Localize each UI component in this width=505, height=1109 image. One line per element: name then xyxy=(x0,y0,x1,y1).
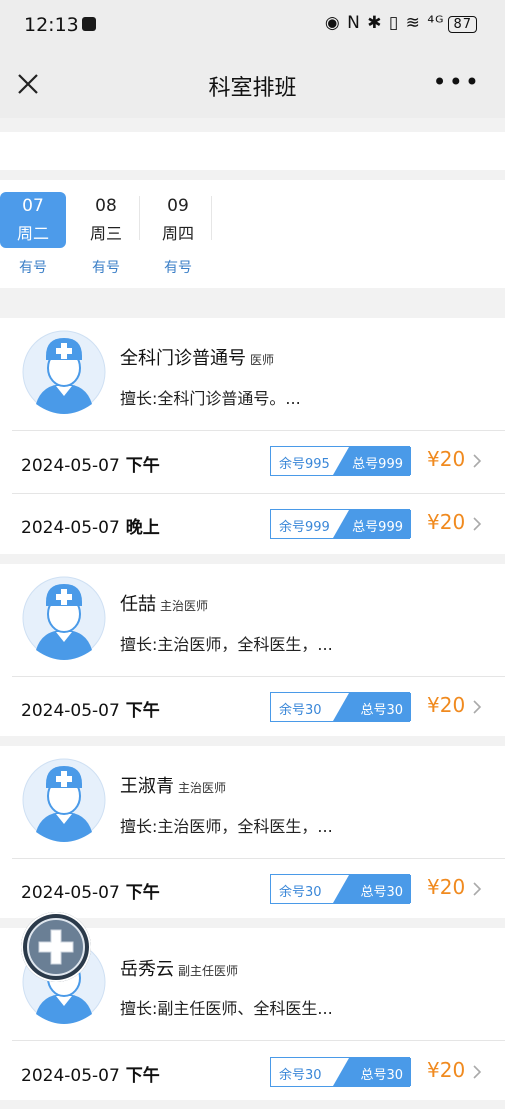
divider xyxy=(211,196,212,240)
doctor-skill: 擅长:主治医师，全科医生，... xyxy=(120,817,333,836)
doctor-name-text: 王淑青 xyxy=(120,776,174,797)
divider xyxy=(139,196,140,240)
doctor-title: 主治医师 xyxy=(160,599,209,613)
date-week: 周二 xyxy=(16,224,49,243)
ticket-total: 总号999 xyxy=(352,457,403,472)
ticket-total: 总号30 xyxy=(360,1068,403,1083)
battery-icon: 87 xyxy=(448,16,477,33)
divider xyxy=(12,1040,505,1041)
divider xyxy=(12,430,505,431)
status-icons: ◉ N ✱ ▯ ≋ ⁴ᴳ 87 xyxy=(325,13,477,33)
date-tab-08[interactable]: 08 周三 xyxy=(73,192,139,248)
ticket-badge: 余号995 总号999 xyxy=(270,446,411,476)
slot-date[interactable]: 2024-05-07 下午 xyxy=(21,696,160,721)
slot-date[interactable]: 2024-05-07 晚上 xyxy=(21,513,160,538)
ticket-remaining: 余号995 xyxy=(279,457,330,472)
chevron-right-icon[interactable] xyxy=(472,700,482,714)
divider xyxy=(12,676,505,677)
slot-date-text: 2024-05-07 xyxy=(21,1066,120,1086)
doctor-name: 任喆 主治医师 xyxy=(120,590,208,616)
slot-date-text: 2024-05-07 xyxy=(21,518,120,538)
more-button[interactable]: ••• xyxy=(433,70,481,94)
ticket-remaining: 余号30 xyxy=(279,1068,322,1083)
slot-price: ¥20 xyxy=(427,447,466,471)
doctor-avatar-icon xyxy=(22,758,106,842)
doctor-skill: 擅长:副主任医师、全科医生... xyxy=(120,999,333,1018)
doctor-title: 副主任医师 xyxy=(178,964,239,978)
page-title: 科室排班 xyxy=(208,76,297,101)
date-tab-09[interactable]: 09 周四 xyxy=(145,192,211,248)
ticket-total: 总号30 xyxy=(360,703,403,718)
date-day: 09 xyxy=(167,196,189,216)
ticket-badge: 余号30 总号30 xyxy=(270,874,411,904)
fab-inner xyxy=(27,918,85,976)
blank-strip xyxy=(0,132,505,170)
slot-date[interactable]: 2024-05-07 下午 xyxy=(21,1061,160,1086)
slot-date-text: 2024-05-07 xyxy=(21,456,120,476)
doctor-title: 医师 xyxy=(250,353,275,367)
plus-icon xyxy=(38,929,74,965)
ticket-remaining: 余号30 xyxy=(279,885,322,900)
slot-price: ¥20 xyxy=(427,1058,466,1082)
doctor-avatar-icon xyxy=(22,576,106,660)
slot-date-text: 2024-05-07 xyxy=(21,701,120,721)
slot-period: 下午 xyxy=(125,1066,160,1086)
ticket-remaining: 余号30 xyxy=(279,703,322,718)
ticket-remaining: 余号999 xyxy=(279,520,330,535)
doctor-name-text: 任喆 xyxy=(120,594,156,615)
doctor-skill: 擅长:全科门诊普通号。... xyxy=(120,389,301,408)
app-notification-icon xyxy=(82,17,96,31)
status-time: 12:13 xyxy=(24,14,79,36)
slot-price: ¥20 xyxy=(427,510,466,534)
chevron-right-icon[interactable] xyxy=(472,517,482,531)
date-week: 周四 xyxy=(161,224,194,243)
availability-label: 有号 xyxy=(19,260,47,276)
slot-price: ¥20 xyxy=(427,693,466,717)
ticket-total: 总号999 xyxy=(352,520,403,535)
slot-date-text: 2024-05-07 xyxy=(21,883,120,903)
slot-period: 晚上 xyxy=(125,518,160,538)
slot-date[interactable]: 2024-05-07 下午 xyxy=(21,878,160,903)
slot-price: ¥20 xyxy=(427,875,466,899)
doctor-name: 王淑青 主治医师 xyxy=(120,772,226,798)
doctor-avatar-icon xyxy=(22,330,106,414)
date-tab-07[interactable]: 07 周二 xyxy=(0,192,66,248)
doctor-name: 全科门诊普通号 医师 xyxy=(120,344,274,370)
ticket-total: 总号30 xyxy=(360,885,403,900)
slot-period: 下午 xyxy=(125,456,160,476)
floating-add-button[interactable] xyxy=(21,912,91,982)
date-day: 08 xyxy=(95,196,117,216)
date-day: 07 xyxy=(22,196,44,216)
doctor-skill: 擅长:主治医师，全科医生，... xyxy=(120,635,333,654)
doctor-name-text: 岳秀云 xyxy=(120,959,174,980)
divider xyxy=(12,493,505,494)
ticket-badge: 余号30 总号30 xyxy=(270,692,411,722)
status-icons-text: ◉ N ✱ ▯ ≋ ⁴ᴳ xyxy=(324,13,445,33)
date-week: 周三 xyxy=(89,224,122,243)
divider xyxy=(12,858,505,859)
ticket-badge: 余号999 总号999 xyxy=(270,509,411,539)
ticket-badge: 余号30 总号30 xyxy=(270,1057,411,1087)
chevron-right-icon[interactable] xyxy=(472,454,482,468)
doctor-name-text: 全科门诊普通号 xyxy=(120,348,246,369)
slot-period: 下午 xyxy=(125,883,160,903)
availability-label: 有号 xyxy=(164,260,192,276)
chevron-right-icon[interactable] xyxy=(472,1065,482,1079)
slot-period: 下午 xyxy=(125,701,160,721)
slot-date[interactable]: 2024-05-07 下午 xyxy=(21,451,160,476)
chevron-right-icon[interactable] xyxy=(472,882,482,896)
availability-label: 有号 xyxy=(92,260,120,276)
doctor-title: 主治医师 xyxy=(178,781,227,795)
doctor-name: 岳秀云 副主任医师 xyxy=(120,955,238,981)
